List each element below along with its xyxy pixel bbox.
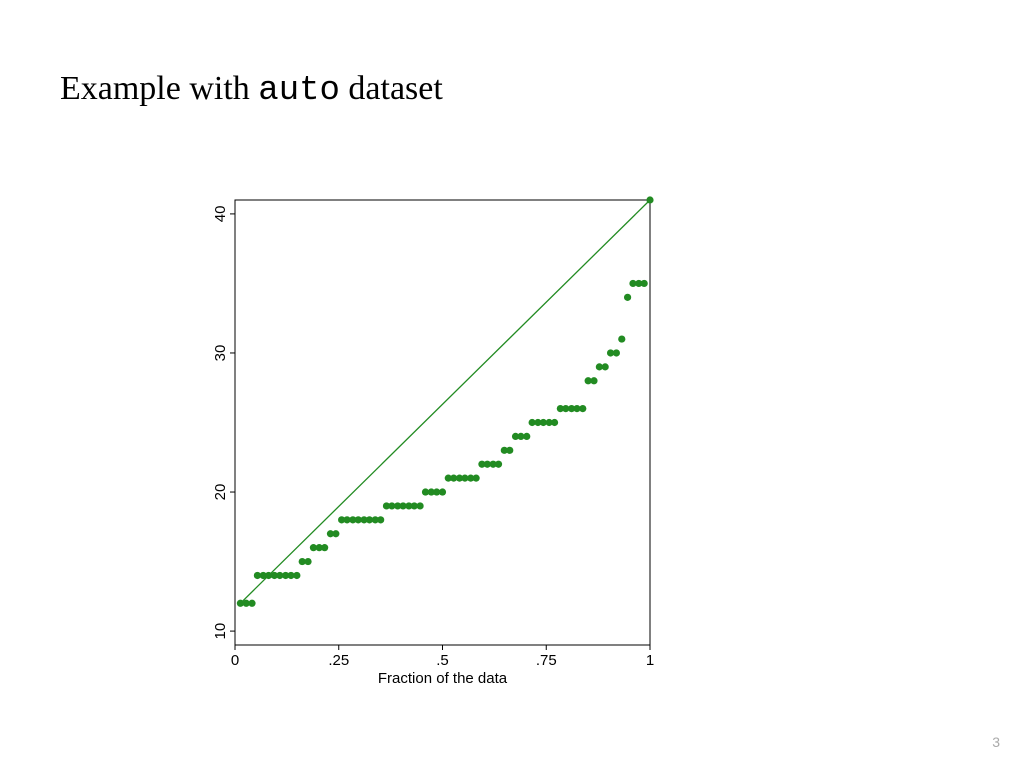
data-point bbox=[495, 461, 502, 468]
data-point bbox=[321, 544, 328, 551]
data-point bbox=[293, 572, 300, 579]
title-prefix: Example with bbox=[60, 70, 258, 107]
x-tick-label: 1 bbox=[646, 652, 654, 669]
y-tick-label: 30 bbox=[212, 345, 229, 362]
data-point bbox=[523, 433, 530, 440]
x-tick-label: .25 bbox=[328, 652, 349, 669]
x-tick-label: 0 bbox=[231, 652, 239, 669]
data-point bbox=[248, 600, 255, 607]
slide-title: Example with auto dataset bbox=[60, 70, 443, 110]
data-point bbox=[416, 502, 423, 509]
x-axis-label: Fraction of the data bbox=[378, 670, 508, 687]
data-point bbox=[641, 280, 648, 287]
data-point bbox=[624, 294, 631, 301]
data-point bbox=[551, 419, 558, 426]
data-point bbox=[646, 196, 653, 203]
data-point bbox=[332, 530, 339, 537]
chart: 10 20 30 40 0 .25 .5 .75 1 Fraction of the data bbox=[180, 195, 660, 695]
data-point bbox=[590, 377, 597, 384]
data-point bbox=[618, 335, 625, 342]
data-point bbox=[602, 363, 609, 370]
x-tick-label: .75 bbox=[536, 652, 557, 669]
data-point bbox=[506, 447, 513, 454]
y-tick-label: 10 bbox=[212, 623, 229, 640]
data-point bbox=[377, 516, 384, 523]
data-point bbox=[473, 475, 480, 482]
x-tick-label: .5 bbox=[436, 652, 449, 669]
y-tick-label: 20 bbox=[212, 484, 229, 501]
chart-svg: 10 20 30 40 0 .25 .5 .75 1 Fraction of the data bbox=[180, 195, 660, 695]
data-point bbox=[304, 558, 311, 565]
data-point bbox=[613, 349, 620, 356]
reference-line bbox=[240, 200, 650, 603]
data-point bbox=[579, 405, 586, 412]
slide: Example with auto dataset 10 20 30 40 0 .25 .5… bbox=[0, 0, 1024, 768]
data-point bbox=[439, 488, 446, 495]
y-tick-label: 40 bbox=[212, 206, 229, 223]
title-suffix: dataset bbox=[340, 70, 443, 107]
title-code: auto bbox=[258, 72, 340, 110]
page-number: 3 bbox=[992, 734, 1000, 750]
